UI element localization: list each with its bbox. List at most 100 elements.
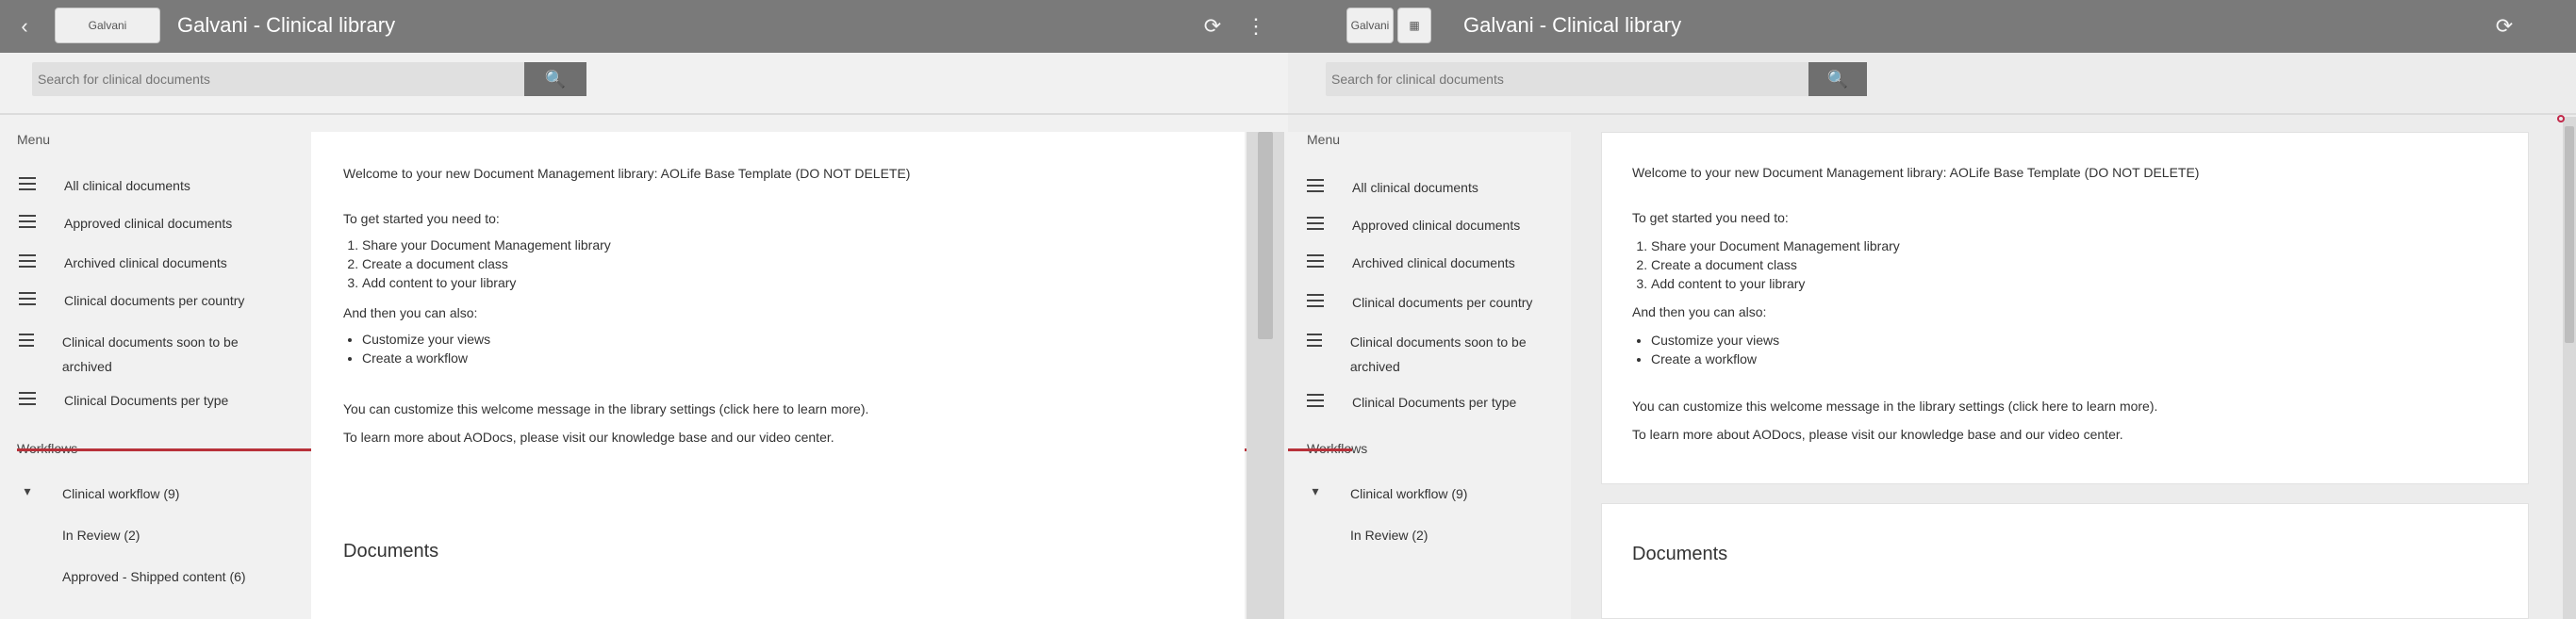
then-label: And then you can also: xyxy=(1632,304,1767,319)
chevron-down-icon[interactable]: ▾ xyxy=(1307,482,1324,499)
list-icon xyxy=(1307,217,1324,234)
sidebar-item-archived[interactable]: Archived clinical documents xyxy=(19,251,227,275)
list-icon xyxy=(1307,334,1322,350)
sidebar-item-per-type[interactable]: Clinical Documents per type xyxy=(1307,390,1516,415)
learn-more: To learn more about AODocs, please visit… xyxy=(343,430,834,445)
app-title: Galvani - Clinical library xyxy=(177,13,396,37)
welcome-heading: Welcome to your new Document Management … xyxy=(1632,165,2200,180)
page-scrollbar[interactable] xyxy=(2563,117,2576,619)
search-icon: 🔍 xyxy=(1826,69,1849,89)
customize-note: You can customize this welcome message i… xyxy=(343,401,869,416)
sidebar-item-label: All clinical documents xyxy=(64,178,190,193)
extras-list: Customize your views Create a workflow xyxy=(1632,331,1779,368)
list-icon xyxy=(19,392,36,409)
steps-list: Share your Document Management library C… xyxy=(1632,236,1900,293)
extra-item: Create a workflow xyxy=(362,349,490,367)
sidebar-item-label: Archived clinical documents xyxy=(64,255,227,270)
list-icon xyxy=(19,334,34,350)
sidebar-item-approved[interactable]: Approved clinical documents xyxy=(19,211,232,236)
search-input[interactable] xyxy=(38,62,519,96)
chevron-down-icon[interactable]: ▾ xyxy=(19,482,36,499)
search-bar: 🔍 xyxy=(1326,62,1867,96)
step-item: Add content to your library xyxy=(362,273,611,292)
list-icon xyxy=(1307,254,1324,271)
app-logo[interactable]: Galvani xyxy=(1346,8,1394,43)
sidebar-item-per-country[interactable]: Clinical documents per country xyxy=(19,288,244,313)
refresh-icon[interactable]: ⟳ xyxy=(1199,13,1226,40)
sidebar-item-soon-archived[interactable]: Clinical documents soon to be archived xyxy=(1307,330,1552,379)
header-divider xyxy=(1288,113,2576,115)
documents-panel: Documents xyxy=(1601,503,2529,619)
notification-dot xyxy=(2557,115,2565,122)
sidebar-item-label: Clinical documents soon to be archived xyxy=(1349,334,1527,374)
more-menu-icon[interactable]: ⋮ xyxy=(1243,13,1269,40)
workflows-underline xyxy=(1288,448,1352,451)
steps-list: Share your Document Management library C… xyxy=(343,236,611,292)
workflow-clinical[interactable]: Clinical workflow (9) xyxy=(62,486,179,501)
sidebar-item-all[interactable]: All clinical documents xyxy=(19,173,190,198)
documents-title: Documents xyxy=(343,541,439,562)
left-pane: ‹ Galvani Galvani - Clinical library ⟳ ⋮… xyxy=(0,0,1288,619)
sidebar-menu-label: Menu xyxy=(17,132,51,147)
apps-grid-icon[interactable]: ▦ xyxy=(1397,8,1431,43)
step-item: Create a document class xyxy=(362,254,611,273)
sidebar-item-label: Approved clinical documents xyxy=(1352,218,1521,233)
search-input[interactable] xyxy=(1331,62,1803,96)
list-icon xyxy=(1307,179,1324,196)
app-title: Galvani - Clinical library xyxy=(1463,13,1682,37)
learn-more: To learn more about AODocs, please visit… xyxy=(1632,427,2123,442)
welcome-panel: Welcome to your new Document Management … xyxy=(1601,132,2529,484)
sidebar-item-label: Clinical documents per country xyxy=(64,293,245,308)
get-started-label: To get started you need to: xyxy=(1632,210,1789,225)
get-started-label: To get started you need to: xyxy=(343,211,500,226)
list-icon xyxy=(1307,394,1324,411)
scrollbar-thumb[interactable] xyxy=(2565,126,2574,343)
search-bar: 🔍 xyxy=(32,62,586,96)
workflow-in-review[interactable]: In Review (2) xyxy=(1350,528,1428,543)
workflow-clinical[interactable]: Clinical workflow (9) xyxy=(1350,486,1467,501)
list-icon xyxy=(19,254,36,271)
sidebar-item-label: Clinical documents per country xyxy=(1352,295,1533,310)
app-logo[interactable]: Galvani xyxy=(55,8,160,43)
sidebar-item-soon-archived[interactable]: Clinical documents soon to be archived xyxy=(19,330,264,379)
list-icon xyxy=(19,292,36,309)
top-bar: ‹ Galvani Galvani - Clinical library ⟳ ⋮ xyxy=(0,0,1288,53)
search-button[interactable]: 🔍 xyxy=(524,62,586,96)
search-button[interactable]: 🔍 xyxy=(1808,62,1867,96)
sidebar-item-label: Clinical Documents per type xyxy=(1352,395,1517,410)
extra-item: Customize your views xyxy=(362,330,490,349)
sidebar-item-approved[interactable]: Approved clinical documents xyxy=(1307,213,1520,237)
welcome-heading: Welcome to your new Document Management … xyxy=(343,166,911,181)
screenshot-root: ‹ Galvani Galvani - Clinical library ⟳ ⋮… xyxy=(0,0,2576,619)
extra-item: Create a workflow xyxy=(1651,350,1779,368)
app-logo-text: Galvani xyxy=(1350,19,1390,32)
app-logo-text: Galvani xyxy=(88,19,127,32)
sidebar-item-all[interactable]: All clinical documents xyxy=(1307,175,1478,200)
sidebar-item-archived[interactable]: Archived clinical documents xyxy=(1307,251,1515,275)
content-scrollbar[interactable] xyxy=(1247,132,1284,619)
sidebar-menu-label: Menu xyxy=(1307,132,1341,147)
list-icon xyxy=(19,177,36,194)
sidebar-item-per-type[interactable]: Clinical Documents per type xyxy=(19,388,228,413)
sidebar-item-label: Archived clinical documents xyxy=(1352,255,1515,270)
right-pane: Galvani ▦ Galvani - Clinical library ⟳ 🔍… xyxy=(1288,0,2576,619)
step-item: Share your Document Management library xyxy=(362,236,611,254)
documents-title: Documents xyxy=(1632,544,1728,564)
list-icon xyxy=(19,215,36,232)
top-bar: Galvani ▦ Galvani - Clinical library ⟳ xyxy=(1288,0,2576,53)
scrollbar-thumb[interactable] xyxy=(1258,132,1273,339)
list-icon xyxy=(1307,294,1324,311)
workflow-in-review[interactable]: In Review (2) xyxy=(62,528,140,543)
refresh-icon[interactable]: ⟳ xyxy=(2491,13,2518,40)
step-item: Create a document class xyxy=(1651,255,1900,274)
sidebar: Menu All clinical documents Approved cli… xyxy=(1288,132,1571,619)
welcome-panel: Welcome to your new Document Management … xyxy=(311,132,1245,619)
extras-list: Customize your views Create a workflow xyxy=(343,330,490,367)
workflow-approved-shipped[interactable]: Approved - Shipped content (6) xyxy=(62,569,246,584)
back-arrow-icon[interactable]: ‹ xyxy=(11,13,38,40)
step-item: Add content to your library xyxy=(1651,274,1900,293)
sidebar: Menu All clinical documents Approved cli… xyxy=(0,132,1263,619)
sidebar-item-per-country[interactable]: Clinical documents per country xyxy=(1307,290,1532,315)
sidebar-item-label: Approved clinical documents xyxy=(64,216,233,231)
extra-item: Customize your views xyxy=(1651,331,1779,350)
